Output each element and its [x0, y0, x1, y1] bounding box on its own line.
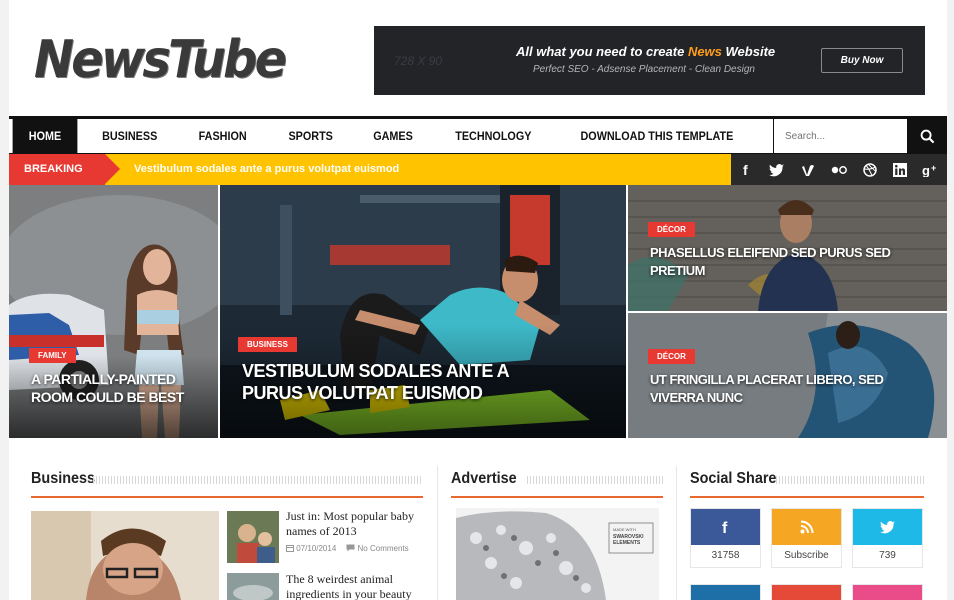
dribbble-icon[interactable]	[854, 154, 885, 185]
business-main-post-image[interactable]	[31, 511, 219, 600]
flickr-icon[interactable]	[823, 154, 854, 185]
twitter-icon	[853, 509, 922, 545]
main-navigation: HOME BUSINESS FASHION SPORTS GAMES TECHN…	[9, 116, 947, 154]
section-title[interactable]: Social Share	[690, 470, 776, 488]
nav-item-fashion[interactable]: FASHION	[183, 119, 263, 153]
section-stripes	[93, 476, 423, 484]
post-comments-text: No Comments	[357, 544, 409, 553]
nav-item-business[interactable]: BUSINESS	[86, 119, 174, 153]
nav-item-download-template[interactable]: DOWNLOAD THIS TEMPLATE	[564, 119, 749, 153]
tile-title[interactable]: VESTIBULUM SODALES ANTE A PURUS VOLUTPAT…	[242, 360, 572, 404]
search-box	[773, 119, 907, 153]
ad-dimension-text: 728 X 90	[394, 54, 443, 68]
share-count: 31758	[711, 550, 740, 561]
advert-tag: MADE WITH	[613, 527, 636, 532]
svg-text:g: g	[922, 163, 930, 177]
crystals-image	[456, 508, 659, 600]
svg-text:+: +	[931, 163, 936, 173]
comments-icon	[346, 544, 355, 552]
share-box-dribbble[interactable]	[852, 584, 923, 600]
twitter-icon[interactable]	[762, 154, 793, 185]
share-box-googleplus[interactable]	[771, 584, 842, 600]
buy-now-button[interactable]: Buy Now	[821, 48, 903, 73]
share-box-linkedin[interactable]	[690, 584, 761, 600]
dribbble-icon	[853, 585, 922, 600]
googleplus-icon[interactable]: g +	[916, 154, 947, 185]
section-stripes	[527, 476, 663, 484]
section-header-business: Business	[31, 470, 423, 498]
share-count: 739	[879, 550, 896, 561]
share-count: Subscribe	[784, 550, 829, 561]
facebook-icon[interactable]: f	[731, 154, 762, 185]
featured-grid: FAMILY A PARTIALLY-PAINTED ROOM COULD BE…	[9, 185, 947, 438]
social-links-bar: f g +	[731, 154, 947, 185]
business-post-title-1[interactable]: Just in: Most popular baby names of 2013	[286, 509, 416, 539]
tile-title[interactable]: UT FRINGILLA PLACERAT LIBERO, SED VIVERR…	[650, 371, 920, 407]
column-divider	[437, 466, 438, 600]
baby-names-thumbnail	[227, 511, 279, 563]
googleplus-icon	[772, 585, 841, 600]
business-post-title-2[interactable]: The 8 weirdest animal ingredients in you…	[286, 572, 416, 600]
svg-text:f: f	[743, 163, 748, 177]
breaking-arrow	[105, 154, 120, 184]
featured-tile-family[interactable]: FAMILY A PARTIALLY-PAINTED ROOM COULD BE…	[9, 185, 218, 438]
post-comments[interactable]: No Comments	[346, 544, 409, 553]
business-post-meta-1: 07/10/2014 No Comments	[286, 544, 409, 553]
man-with-glasses-image	[31, 511, 219, 600]
tile-category-badge[interactable]: DÉCOR	[648, 349, 695, 364]
featured-tile-decor-2[interactable]: DÉCOR UT FRINGILLA PLACERAT LIBERO, SED …	[628, 313, 947, 438]
facebook-icon: f	[691, 509, 760, 545]
nav-item-technology[interactable]: TECHNOLOGY	[439, 119, 548, 153]
nav-item-home[interactable]: HOME	[12, 119, 78, 153]
section-title[interactable]: Advertise	[451, 470, 517, 488]
search-icon	[920, 129, 934, 143]
section-header-social-share: Social Share	[690, 470, 924, 498]
section-header-advertise: Advertise	[451, 470, 663, 498]
ad-headline-pre: All what you need to create	[516, 44, 688, 59]
breaking-headline-link[interactable]: Vestibulum sodales ante a purus volutpat…	[134, 154, 399, 185]
ad-headline-post: Website	[721, 44, 776, 59]
tile-title[interactable]: A PARTIALLY-PAINTED ROOM COULD BE BEST	[31, 370, 211, 406]
ad-subtitle: Perfect SEO - Adsense Placement - Clean …	[533, 64, 755, 75]
share-box-twitter[interactable]: 739	[852, 508, 923, 568]
header-ad-banner[interactable]: 728 X 90 All what you need to create New…	[374, 26, 925, 95]
featured-tile-decor-1[interactable]: DÉCOR PHASELLUS ELEIFEND SED PURUS SED P…	[628, 185, 947, 311]
site-logo[interactable]: NewsTube	[34, 30, 287, 90]
advertise-banner-image[interactable]: MADE WITH SWAROVSKI ELEMENTS	[456, 508, 659, 600]
breaking-label: BREAKING	[9, 154, 105, 185]
post-date-text: 07/10/2014	[296, 544, 337, 553]
search-input[interactable]	[785, 130, 895, 142]
column-divider	[676, 466, 677, 600]
nav-menu: HOME BUSINESS FASHION SPORTS GAMES TECHN…	[9, 119, 760, 153]
share-box-rss[interactable]: Subscribe	[771, 508, 842, 568]
advert-brand: SWAROVSKI ELEMENTS	[613, 534, 644, 546]
business-post-thumb-1[interactable]	[227, 511, 279, 563]
section-stripes	[776, 476, 924, 484]
tile-category-badge[interactable]: DÉCOR	[648, 222, 695, 237]
nav-item-games[interactable]: GAMES	[357, 119, 429, 153]
tile-category-badge[interactable]: FAMILY	[29, 348, 76, 363]
calendar-icon	[286, 545, 294, 552]
animal-ingredients-thumbnail	[227, 573, 279, 600]
linkedin-icon[interactable]	[885, 154, 916, 185]
nav-item-sports[interactable]: SPORTS	[272, 119, 349, 153]
breaking-news-bar: BREAKING Vestibulum sodales ante a purus…	[9, 154, 731, 185]
featured-tile-business[interactable]: BUSINESS VESTIBULUM SODALES ANTE A PURUS…	[220, 185, 626, 438]
search-button[interactable]	[907, 119, 947, 153]
vimeo-icon[interactable]	[793, 154, 824, 185]
tile-title[interactable]: PHASELLUS ELEIFEND SED PURUS SED PRETIUM	[650, 244, 920, 280]
business-post-thumb-2[interactable]	[227, 573, 279, 600]
tile-category-badge[interactable]: BUSINESS	[238, 337, 297, 352]
ad-headline-accent: News	[687, 44, 722, 59]
rss-icon	[772, 509, 841, 545]
post-date: 07/10/2014	[286, 544, 336, 553]
section-title[interactable]: Business	[31, 470, 95, 488]
share-box-facebook[interactable]: f 31758	[690, 508, 761, 568]
ad-headline: All what you need to create News Website	[516, 44, 775, 59]
linkedin-icon	[691, 585, 760, 600]
svg-text:f: f	[722, 520, 728, 535]
